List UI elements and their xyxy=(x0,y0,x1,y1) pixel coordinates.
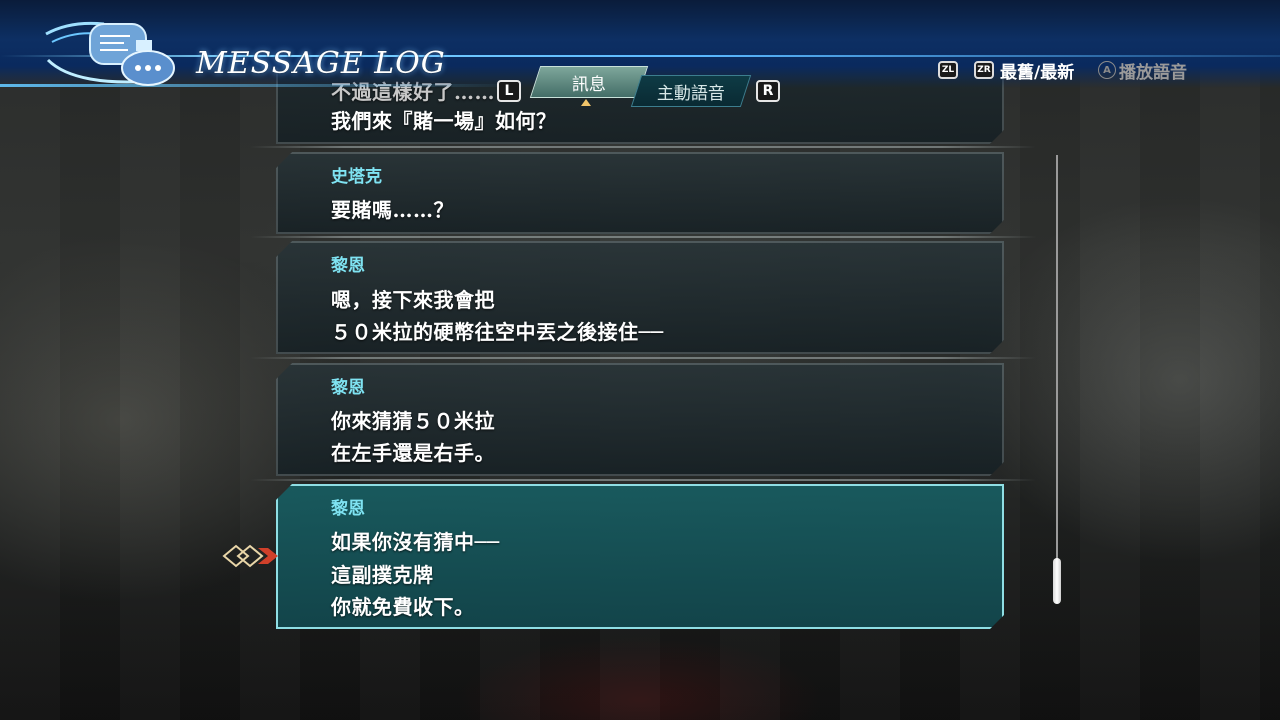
message-line: 我們來『賭一場』如何？ xyxy=(331,109,557,133)
page-title: MESSAGE LOG xyxy=(196,46,446,81)
message-line: ５０米拉的硬幣往空中丟之後接住── xyxy=(331,320,664,344)
tab-label: 主動語音 xyxy=(657,83,725,104)
message-separator xyxy=(250,236,1036,238)
oldest-newest-label: 最舊/最新 xyxy=(1000,62,1075,83)
message-separator xyxy=(250,357,1036,359)
message-entry-selected[interactable]: 黎恩 如果你沒有猜中── 這副撲克牌 你就免費收下。 xyxy=(276,484,1004,629)
r-shoulder-key[interactable]: R xyxy=(756,80,780,102)
oldest-newest-control[interactable]: ZL ZR 最舊/最新 xyxy=(938,58,1075,83)
speaker-name: 史塔克 xyxy=(331,167,382,187)
message-entry[interactable]: 黎恩 你來猜猜５０米拉 在左手還是右手。 xyxy=(276,363,1004,476)
a-button-icon: A xyxy=(1098,61,1116,79)
play-voice-control[interactable]: A 播放語音 xyxy=(1098,58,1187,83)
speaker-name: 黎恩 xyxy=(331,256,365,276)
tab-indicator-arrow xyxy=(581,99,591,106)
tab-label: 訊息 xyxy=(572,74,606,95)
tab-messages[interactable]: 訊息 xyxy=(529,66,649,98)
l-shoulder-key[interactable]: L xyxy=(497,80,521,102)
message-line: 要賭嗎……？ xyxy=(331,198,454,222)
speaker-name: 黎恩 xyxy=(331,378,365,398)
tab-active-voice[interactable]: 主動語音 xyxy=(630,75,752,107)
speaker-name: 黎恩 xyxy=(331,499,365,519)
selection-cursor-icon xyxy=(222,544,278,568)
message-entry[interactable]: 史塔克 要賭嗎……？ xyxy=(276,152,1004,234)
message-line: 你來猜猜５０米拉 xyxy=(331,409,495,433)
message-line: 在左手還是右手。 xyxy=(331,441,495,465)
message-separator xyxy=(250,479,1036,481)
scrollbar-thumb[interactable] xyxy=(1053,558,1061,604)
message-entry[interactable]: 黎恩 嗯，接下來我會把 ５０米拉的硬幣往空中丟之後接住── xyxy=(276,241,1004,354)
message-line: 如果你沒有猜中── xyxy=(331,530,500,554)
message-line: 嗯，接下來我會把 xyxy=(331,288,495,312)
zl-key-icon: ZL xyxy=(938,61,958,79)
message-line: 你就免費收下。 xyxy=(331,595,475,619)
speech-bubbles-icon xyxy=(45,21,175,86)
message-line: 這副撲克牌 xyxy=(331,563,434,587)
play-voice-label: 播放語音 xyxy=(1119,62,1187,83)
zr-key-icon: ZR xyxy=(974,61,994,79)
scrollbar-track[interactable] xyxy=(1056,155,1058,603)
message-separator xyxy=(250,146,1036,148)
